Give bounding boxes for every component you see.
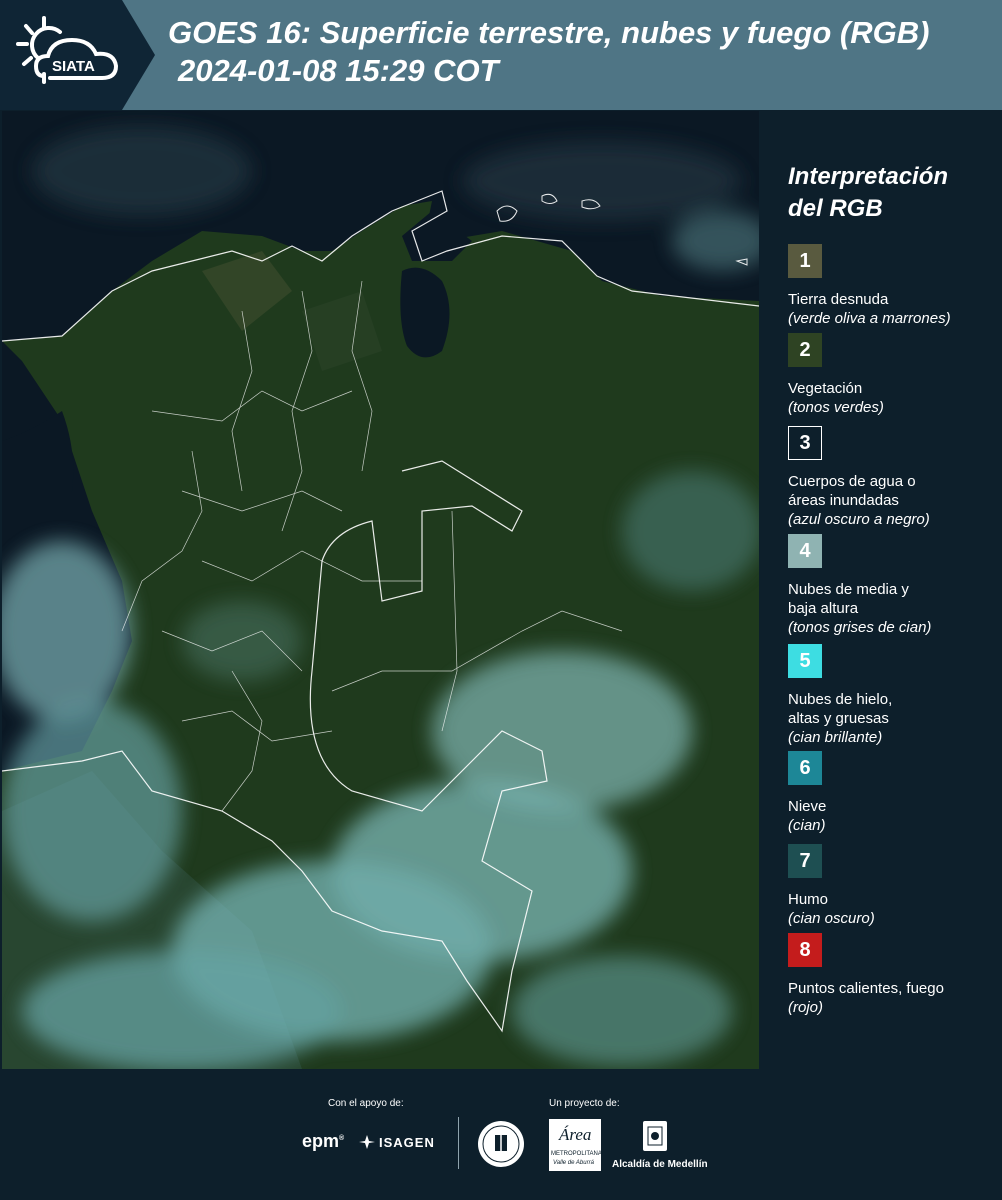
legend-sublabel: (rojo) — [788, 999, 824, 1016]
legend-item: 6 Nieve (cian) — [788, 751, 998, 835]
legend-title-line-2: del RGB — [788, 195, 883, 222]
legend-item: 8 Puntos calientes, fuego (rojo) — [788, 933, 998, 1017]
legend-swatch: 5 — [788, 644, 822, 678]
area-name: Área — [559, 1125, 592, 1144]
university-seal — [478, 1121, 524, 1167]
legend-swatch: 8 — [788, 933, 822, 967]
footer: Con el apoyo de: Un proyecto de: epm® IS… — [0, 1069, 1002, 1200]
title-line-2: 2024-01-08 15:29 COT — [178, 53, 499, 88]
footer-divider — [458, 1117, 459, 1169]
legend-sublabel: (cian brillante) — [788, 729, 883, 746]
legend-sublabel: (verde oliva a marrones) — [788, 310, 951, 327]
legend-sublabel: (tonos verdes) — [788, 399, 884, 416]
legend-item: 3 Cuerpos de agua o áreas inundadas (azul o… — [788, 426, 998, 529]
legend-swatch: 6 — [788, 751, 822, 785]
legend-label: áreas inundadas — [788, 492, 899, 509]
legend-label: Cuerpos de agua o — [788, 473, 916, 490]
legend-label: Nubes de media y — [788, 581, 909, 598]
legend-item: 5 Nubes de hielo, altas y gruesas (cian bri… — [788, 644, 998, 747]
legend-sublabel: (cian) — [788, 817, 826, 834]
legend-label: Tierra desnuda — [788, 291, 889, 308]
area-sub-2: Valle de Aburrá — [553, 1160, 594, 1166]
legend-label: Humo — [788, 891, 829, 908]
area-sub-1: METROPOLITANA — [551, 1151, 602, 1157]
legend-label: altas y gruesas — [788, 710, 889, 727]
legend-label: Nieve — [788, 798, 827, 815]
isagen-logo: ISAGEN — [358, 1133, 435, 1151]
legend-sublabel: (tonos grises de cian) — [788, 619, 932, 636]
medellin-crest — [643, 1121, 667, 1151]
legend-item: 1 Tierra desnuda (verde oliva a marrones) — [788, 244, 998, 328]
legend-title: Interpretación del RGB — [788, 161, 988, 225]
legend-label: Nubes de hielo, — [788, 691, 893, 708]
area-metropolitana-logo: Área METROPOLITANA Valle de Aburrá — [549, 1119, 602, 1171]
legend-label: Puntos calientes, fuego — [788, 980, 944, 997]
legend-swatch: 3 — [788, 426, 822, 460]
legend-swatch: 1 — [788, 244, 822, 278]
satellite-map[interactable] — [2, 111, 759, 1069]
epm-logo-text: epm — [302, 1131, 340, 1151]
alcaldia-label: Alcaldía de Medellín — [612, 1159, 708, 1170]
legend-item: 4 Nubes de media y baja altura (tonos grise… — [788, 534, 998, 637]
header: SIATA GOES 16: Superficie terrestre, nub… — [0, 0, 1002, 110]
legend-sublabel: (cian oscuro) — [788, 910, 875, 927]
legend-item: 2 Vegetación (tonos verdes) — [788, 333, 998, 417]
epm-logo: epm® — [302, 1131, 345, 1151]
legend-swatch: 4 — [788, 534, 822, 568]
project-label: Un proyecto de: — [549, 1098, 620, 1109]
support-label: Con el apoyo de: — [328, 1098, 404, 1109]
legend-label: Vegetación — [788, 380, 863, 397]
legend-swatch: 7 — [788, 844, 822, 878]
legend-panel: Interpretación del RGB 1 Tierra desnuda (v… — [760, 111, 1002, 1069]
legend-label: baja altura — [788, 600, 859, 617]
legend-title-line-1: Interpretación — [788, 163, 949, 190]
title-line-1: GOES 16: Superficie terrestre, nubes y f… — [168, 15, 930, 50]
legend-item: 7 Humo (cian oscuro) — [788, 844, 998, 928]
siata-logo-text: SIATA — [52, 58, 95, 75]
legend-swatch: 2 — [788, 333, 822, 367]
isagen-icon — [359, 1135, 375, 1149]
isagen-text: ISAGEN — [379, 1134, 435, 1150]
page-title: GOES 16: Superficie terrestre, nubes y f… — [168, 14, 929, 90]
siata-logo: SIATA — [16, 16, 119, 84]
legend-sublabel: (azul oscuro a negro) — [788, 511, 930, 528]
